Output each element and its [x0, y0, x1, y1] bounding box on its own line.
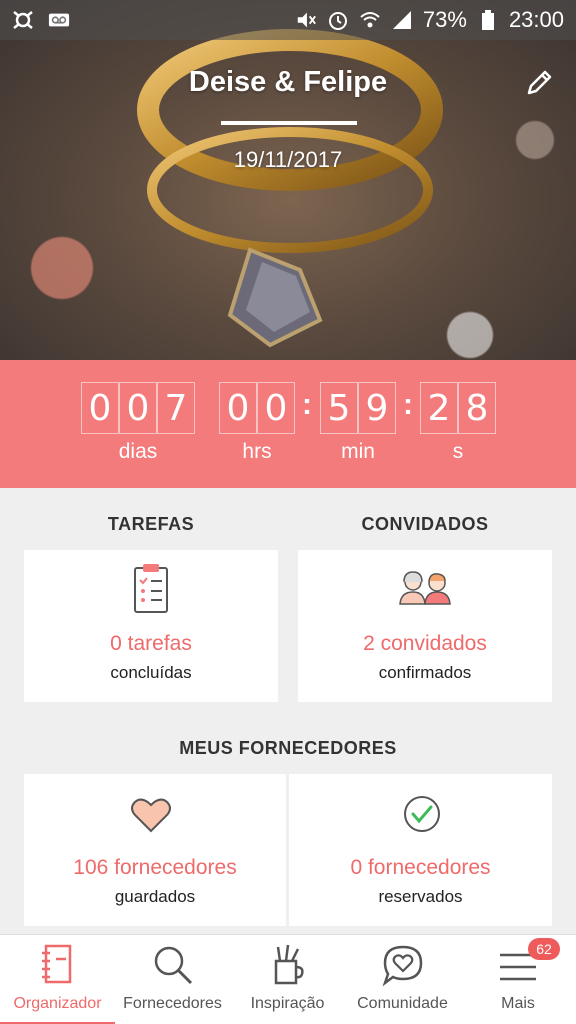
- nav-fornecedores[interactable]: Fornecedores: [115, 935, 230, 1024]
- hours-digit-2: 0: [257, 382, 295, 434]
- wedding-rings-photo: [137, 29, 443, 348]
- heart-icon: [131, 798, 171, 833]
- nav-label-mais: Mais: [501, 995, 535, 1012]
- hours-label: hrs: [242, 440, 272, 463]
- saved-vendors-count: 106 fornecedores: [73, 856, 237, 879]
- search-icon: [154, 946, 192, 985]
- saved-vendors-label: guardados: [114, 887, 196, 906]
- wifi-icon: [359, 9, 381, 31]
- battery-percent: 73%: [422, 7, 467, 32]
- nav-inspiracao[interactable]: Inspiração: [230, 935, 345, 1024]
- minutes-digit-2: 9: [358, 382, 396, 434]
- tasks-status: concluídas: [110, 663, 192, 682]
- nav-comunidade[interactable]: Comunidade: [345, 935, 460, 1024]
- brush-cup-icon: [274, 944, 304, 985]
- notebook-icon: [41, 944, 71, 984]
- signal-icon: [391, 9, 413, 31]
- mute-icon: [295, 9, 317, 31]
- days-digit-2: 0: [119, 382, 157, 434]
- check-circle-icon: [404, 796, 440, 832]
- saved-vendors-card[interactable]: 106 fornecedores guardados: [24, 774, 286, 926]
- guests-status: confirmados: [378, 663, 472, 682]
- title-underline: [221, 121, 357, 125]
- nav-label-inspiracao: Inspiração: [250, 995, 325, 1012]
- seconds-digit-2: 8: [458, 382, 496, 434]
- guests-card[interactable]: 2 convidados confirmados: [298, 550, 552, 702]
- nav-label-fornecedores: Fornecedores: [123, 995, 222, 1012]
- hero-banner: Deise & Felipe 19/11/2017: [0, 0, 576, 360]
- tasks-card[interactable]: 0 tarefas concluídas: [24, 550, 278, 702]
- vendors-title: MEUS FORNECEDORES: [179, 738, 397, 758]
- guests-couple-icon: [399, 571, 451, 605]
- tasks-title: TAREFAS: [107, 514, 195, 534]
- chat-heart-icon: [382, 945, 422, 987]
- bottom-navigation: Organizador Fornecedores Inspiração Comu…: [0, 934, 576, 1024]
- booked-vendors-card[interactable]: 0 fornecedores reservados: [289, 774, 552, 926]
- notification-badge: 62: [528, 938, 560, 960]
- alarm-icon: [327, 9, 349, 31]
- seconds-digit-1: 2: [420, 382, 458, 434]
- days-label: dias: [118, 440, 158, 463]
- days-digit-3: 7: [157, 382, 195, 434]
- edit-button[interactable]: [522, 66, 556, 100]
- wedding-date: 19/11/2017: [233, 147, 343, 172]
- status-bar: 73% 23:00: [0, 0, 576, 40]
- nav-label-comunidade: Comunidade: [357, 995, 448, 1012]
- guests-count: 2 convidados: [363, 632, 487, 655]
- separator-colon: :: [403, 388, 413, 421]
- nav-organizador[interactable]: Organizador: [0, 935, 115, 1024]
- booked-vendors-label: reservados: [378, 887, 463, 906]
- nav-label-organizador: Organizador: [13, 995, 102, 1012]
- pencil-icon: [527, 70, 552, 95]
- clipboard-checklist-icon: [134, 564, 168, 613]
- app-notification-icon: [12, 9, 34, 31]
- separator-colon: :: [302, 388, 312, 421]
- voicemail-icon: [48, 9, 70, 31]
- booked-vendors-count: 0 fornecedores: [350, 856, 491, 879]
- seconds-label: s: [452, 440, 464, 463]
- couple-names: Deise & Felipe: [188, 66, 388, 98]
- battery-icon: [477, 9, 499, 31]
- hours-digit-1: 0: [219, 382, 257, 434]
- minutes-digit-1: 5: [320, 382, 358, 434]
- days-digit-1: 0: [81, 382, 119, 434]
- minutes-label: min: [341, 440, 375, 463]
- tasks-count: 0 tarefas: [110, 632, 192, 655]
- guests-title: CONVIDADOS: [361, 514, 489, 534]
- countdown-panel: 0 0 7 dias 0 0 hrs : 5 9 min : 2 8 s: [0, 360, 576, 488]
- clock-time: 23:00: [508, 7, 564, 32]
